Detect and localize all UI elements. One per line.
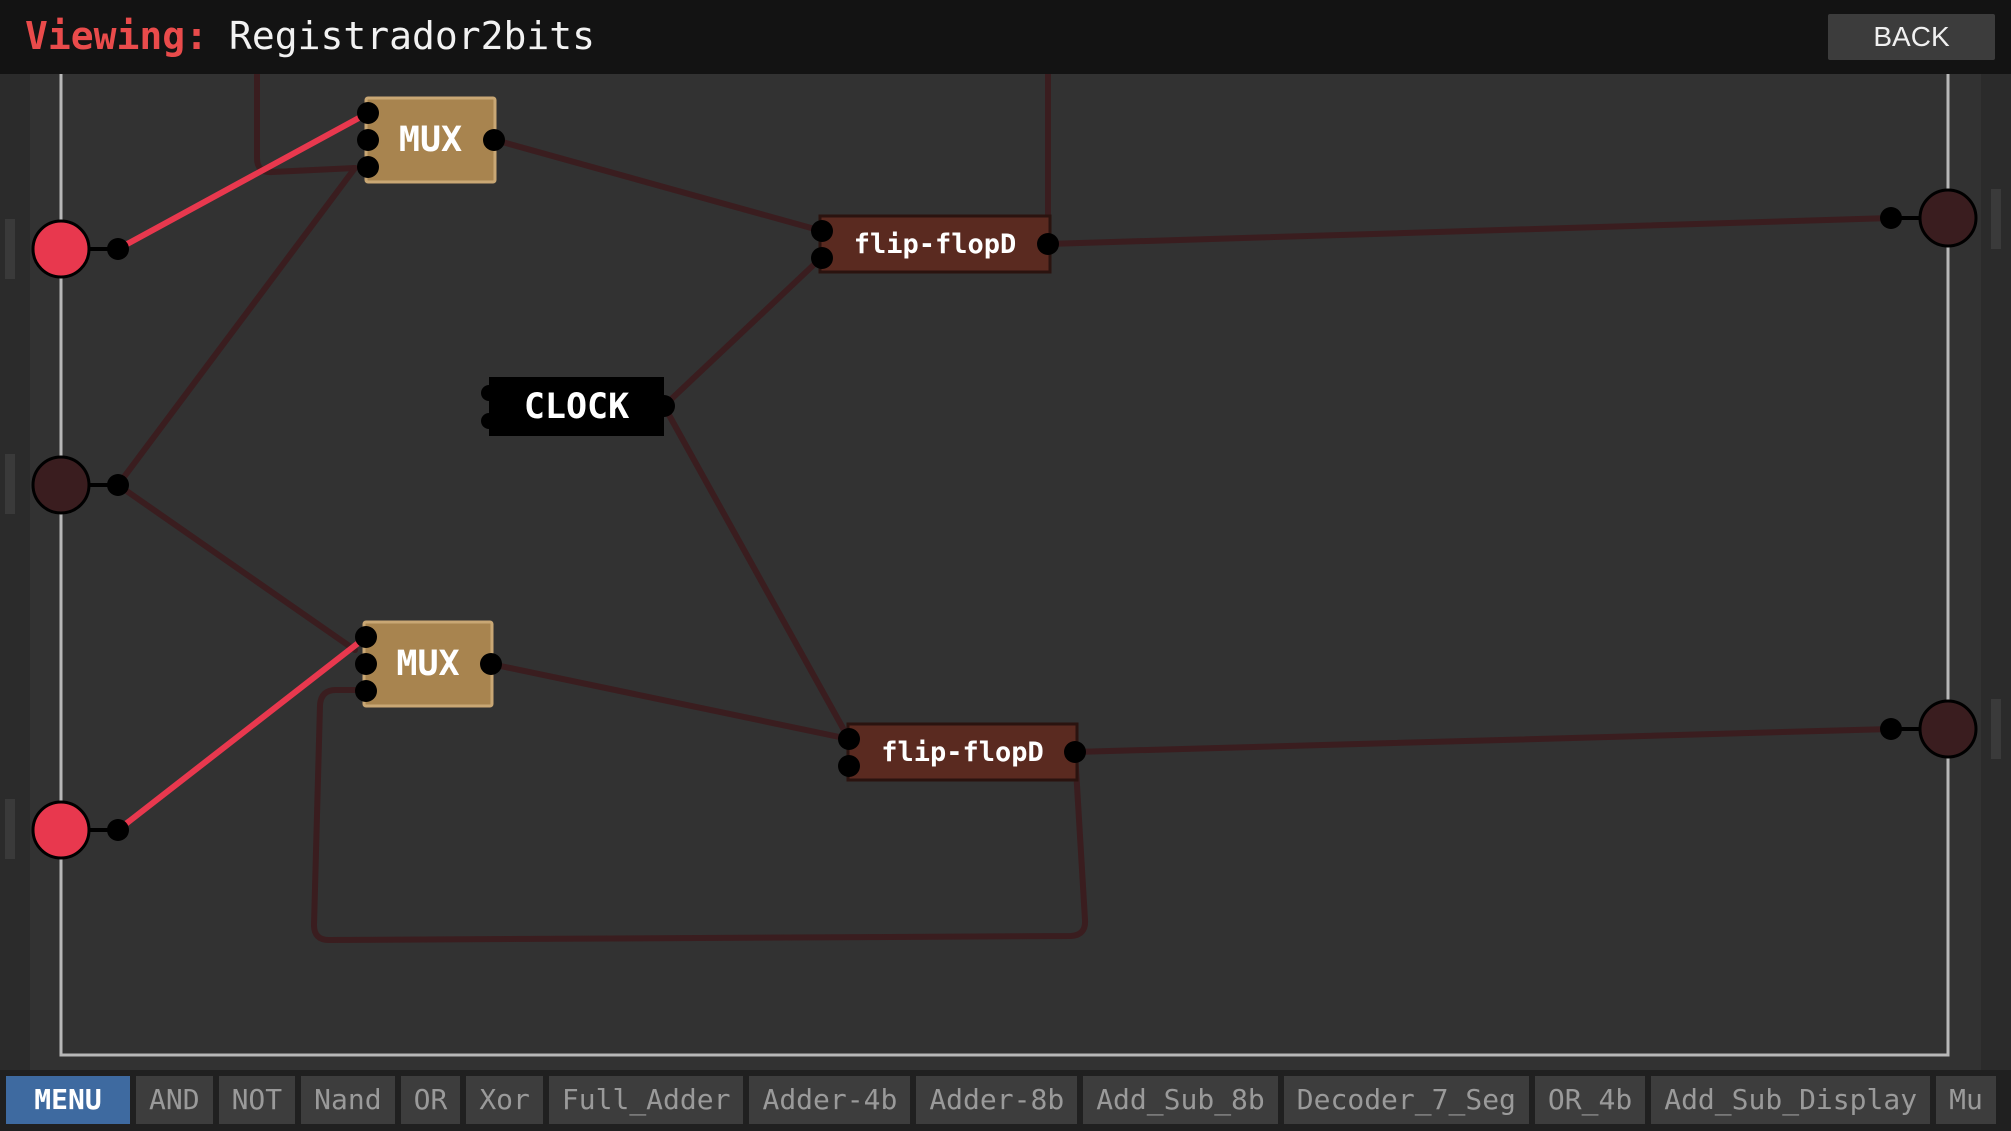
pin[interactable] — [1037, 233, 1059, 255]
flipflop-top[interactable] — [818, 214, 1052, 274]
pin[interactable] — [483, 129, 505, 151]
back-button[interactable]: BACK — [1828, 14, 1995, 60]
pin[interactable] — [355, 626, 377, 648]
pin[interactable] — [811, 247, 833, 269]
toolbar-item-adder-8b[interactable]: Adder-8b — [916, 1076, 1078, 1124]
mux-bottom[interactable] — [362, 620, 494, 708]
wire[interactable] — [1072, 726, 1894, 755]
mux-top[interactable] — [364, 96, 497, 184]
input-2[interactable] — [31, 455, 91, 515]
clock-pin — [481, 385, 497, 401]
pin[interactable] — [357, 102, 379, 124]
wire[interactable] — [492, 137, 825, 234]
component-toolbar: MENU AND NOT Nand OR Xor Full_Adder Adder-4b Ad… — [0, 1070, 2011, 1131]
toolbar-item-adder-4b[interactable]: Adder-4b — [749, 1076, 911, 1124]
toolbar-item-and[interactable]: AND — [136, 1076, 213, 1124]
wire-active[interactable] — [115, 634, 369, 833]
toolbar-item-or[interactable]: OR — [400, 1076, 461, 1124]
wire[interactable] — [115, 165, 358, 488]
circuit-name: Registrador2bits — [229, 14, 596, 58]
pin[interactable] — [811, 220, 833, 242]
pin[interactable] — [838, 755, 860, 777]
toolbar-item-mu[interactable]: Mu — [1936, 1076, 1996, 1124]
toolbar-item-add-sub-display[interactable]: Add_Sub_Display — [1651, 1076, 1931, 1124]
pin[interactable] — [1880, 207, 1902, 229]
pin[interactable] — [480, 653, 502, 675]
toolbar-item-not[interactable]: NOT — [218, 1076, 296, 1124]
wire[interactable] — [661, 403, 852, 742]
wire[interactable] — [254, 74, 358, 176]
pin[interactable] — [355, 680, 377, 702]
clock-pin — [481, 413, 497, 429]
flipflop-bottom[interactable] — [846, 722, 1079, 782]
toolbar-item-decoder-7-seg[interactable]: Decoder_7_Seg — [1283, 1076, 1529, 1124]
output-2[interactable] — [1918, 699, 1978, 759]
wire[interactable] — [488, 661, 852, 742]
viewing-label: Viewing: — [25, 14, 209, 58]
circuit-canvas[interactable]: MUX MUX flip-flopD flip-flopD CLOCK — [0, 74, 2011, 1070]
toolbar-item-xor[interactable]: Xor — [466, 1076, 543, 1124]
pin[interactable] — [357, 156, 379, 178]
circuit-svg — [31, 74, 1978, 1057]
clock-block[interactable] — [489, 377, 664, 436]
toolbar-item-add-sub-8b[interactable]: Add_Sub_8b — [1083, 1076, 1278, 1124]
wire-active[interactable] — [115, 110, 371, 252]
toolbar-item-or-4b[interactable]: OR_4b — [1534, 1076, 1646, 1124]
pin[interactable] — [653, 395, 675, 417]
pin[interactable] — [107, 819, 129, 841]
pin[interactable] — [1880, 718, 1902, 740]
wire[interactable] — [1045, 215, 1894, 247]
top-bar: Viewing: Registrador2bits BACK — [0, 0, 2011, 74]
pin[interactable] — [1064, 741, 1086, 763]
toolbar-item-nand[interactable]: Nand — [301, 1076, 395, 1124]
menu-button[interactable]: MENU — [6, 1076, 130, 1124]
pin[interactable] — [107, 474, 129, 496]
pin[interactable] — [838, 728, 860, 750]
pin[interactable] — [357, 129, 379, 151]
pin[interactable] — [355, 653, 377, 675]
output-1[interactable] — [1918, 188, 1978, 248]
input-1[interactable] — [31, 219, 91, 279]
toolbar-item-full-adder[interactable]: Full_Adder — [548, 1076, 744, 1124]
wire[interactable] — [661, 254, 825, 409]
pin[interactable] — [107, 238, 129, 260]
wire[interactable] — [115, 482, 358, 653]
input-3[interactable] — [31, 800, 91, 860]
